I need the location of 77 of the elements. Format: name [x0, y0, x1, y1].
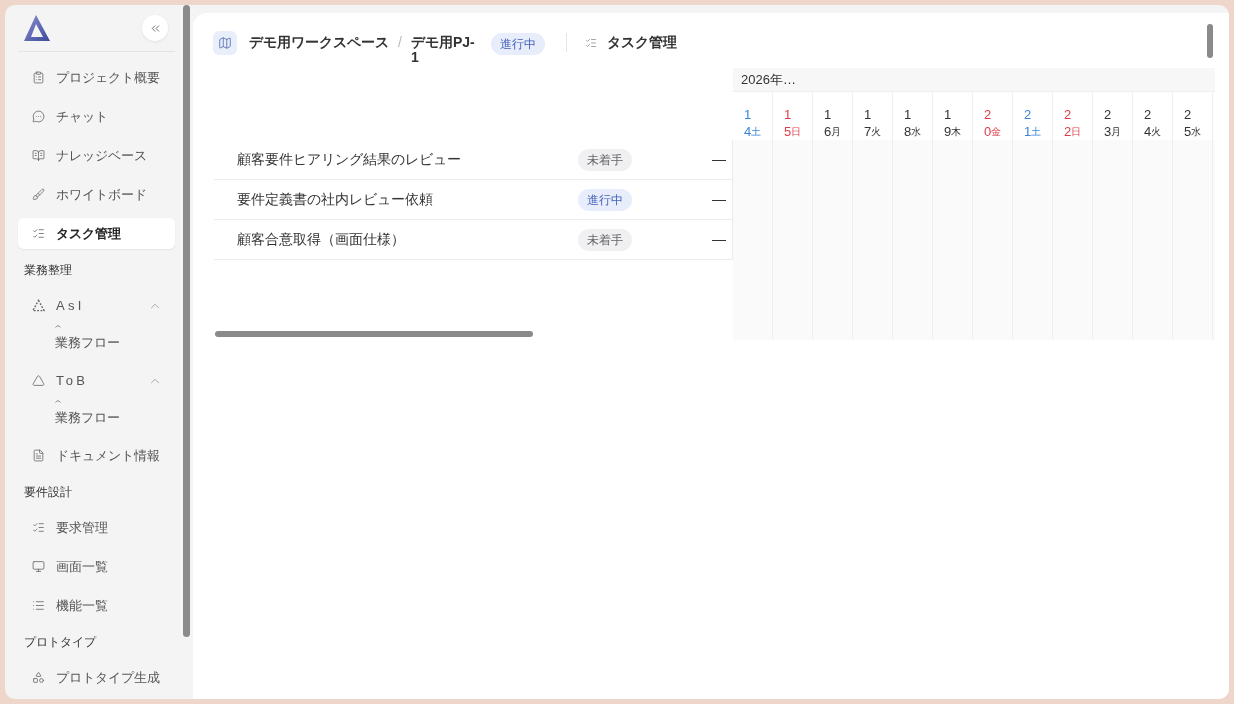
day-number: 19 [943, 106, 952, 140]
checklist-icon [32, 521, 45, 534]
page-title: タスク管理 [606, 35, 677, 50]
brush-icon [32, 188, 45, 201]
shapes-icon [32, 671, 45, 684]
checklist-icon [584, 37, 597, 49]
weekday-label: 水 [1191, 125, 1202, 139]
status-badge: 未着手 [578, 228, 632, 251]
vertical-scrollbar[interactable] [1207, 24, 1213, 58]
dashed-triangle-icon [32, 299, 45, 312]
sidebar-group[interactable]: AsI [18, 290, 175, 321]
section-label: 要件設計 [23, 484, 73, 501]
sidebar-item[interactable]: ドキュメント情報 [18, 440, 175, 471]
collapse-sidebar-button[interactable] [142, 15, 168, 41]
monitor-icon [32, 560, 45, 573]
day-number: 16 [823, 106, 832, 140]
small-arc-icon [55, 399, 61, 403]
chat-bubble-icon [32, 110, 45, 123]
logo-icon [24, 15, 50, 41]
day-number: 24 [1143, 106, 1152, 140]
weekday-label: 日 [791, 125, 802, 139]
list-icon [32, 599, 45, 612]
weekday-label: 月 [1111, 125, 1122, 139]
day-number: 15 [783, 106, 792, 140]
task-name-cell-text: 顧客要件ヒアリング結果のレビュー [236, 150, 462, 169]
section-label: 業務整理 [23, 262, 73, 279]
sidebar-item[interactable]: 要求管理 [18, 512, 175, 543]
weekday-label: 火 [871, 125, 882, 139]
task-name-cell-text: 顧客合意取得（画面仕様） [236, 230, 406, 249]
section-label: プロトタイプ [23, 634, 98, 651]
sidebar-subitem[interactable]: 業務フロー [55, 331, 120, 355]
horizontal-scrollbar[interactable] [215, 331, 533, 337]
weekday-label: 金 [991, 125, 1002, 139]
weekday-label: 土 [751, 125, 762, 139]
breadcrumb-item[interactable]: デモ用ワークスペース [249, 35, 389, 50]
day-number: 23 [1103, 106, 1112, 140]
clipboard-icon [32, 71, 45, 84]
month-label: 2026年… [741, 70, 796, 89]
sidebar-item[interactable]: チャット [18, 101, 175, 132]
weekday-label: 月 [831, 125, 842, 139]
sidebar-subitem[interactable]: 業務フロー [55, 406, 120, 430]
vertical-scrollbar[interactable] [183, 5, 190, 637]
day-number: 18 [903, 106, 912, 140]
triangle-icon [32, 374, 45, 387]
sidebar-item[interactable]: ナレッジベース [18, 140, 175, 171]
sidebar-item[interactable]: タスク管理 [18, 218, 175, 249]
document-icon [32, 449, 45, 462]
sidebar-group[interactable]: ToB [18, 365, 175, 396]
task-name-cell-text: 要件定義書の社内レビュー依頼 [236, 190, 434, 209]
map-icon [213, 31, 237, 55]
weekday-label: 木 [951, 125, 962, 139]
weekday-label: 土 [1031, 125, 1042, 139]
sidebar-item[interactable]: 画面一覧 [18, 551, 175, 582]
sidebar-item[interactable]: プロトタイプ生成 [18, 662, 175, 693]
table-cell-text: — [712, 190, 727, 209]
status-badge: 進行中 [578, 188, 632, 211]
day-number: 14 [743, 106, 752, 140]
sidebar-item[interactable]: プロジェクト概要 [18, 62, 175, 93]
day-number: 25 [1183, 106, 1192, 140]
table-cell-text: — [712, 150, 727, 169]
weekday-label: 火 [1151, 125, 1162, 139]
table-cell-text: — [712, 230, 727, 249]
day-number: 22 [1063, 106, 1072, 140]
breadcrumb-item[interactable]: デモ用PJ-1 [410, 35, 477, 65]
breadcrumb-separator: / [398, 35, 402, 50]
day-number: 20 [983, 106, 992, 140]
sidebar-item[interactable]: ホワイトボード [18, 179, 175, 210]
status-badge: 未着手 [578, 148, 632, 171]
day-number: 21 [1023, 106, 1032, 140]
small-arc-icon [55, 324, 61, 328]
status-badge: 進行中 [490, 33, 545, 55]
sidebar-item[interactable]: 機能一覧 [18, 590, 175, 621]
weekday-label: 日 [1071, 125, 1082, 139]
day-number: 17 [863, 106, 872, 140]
book-icon [32, 149, 45, 162]
checklist-icon [32, 227, 45, 240]
weekday-label: 水 [911, 125, 922, 139]
